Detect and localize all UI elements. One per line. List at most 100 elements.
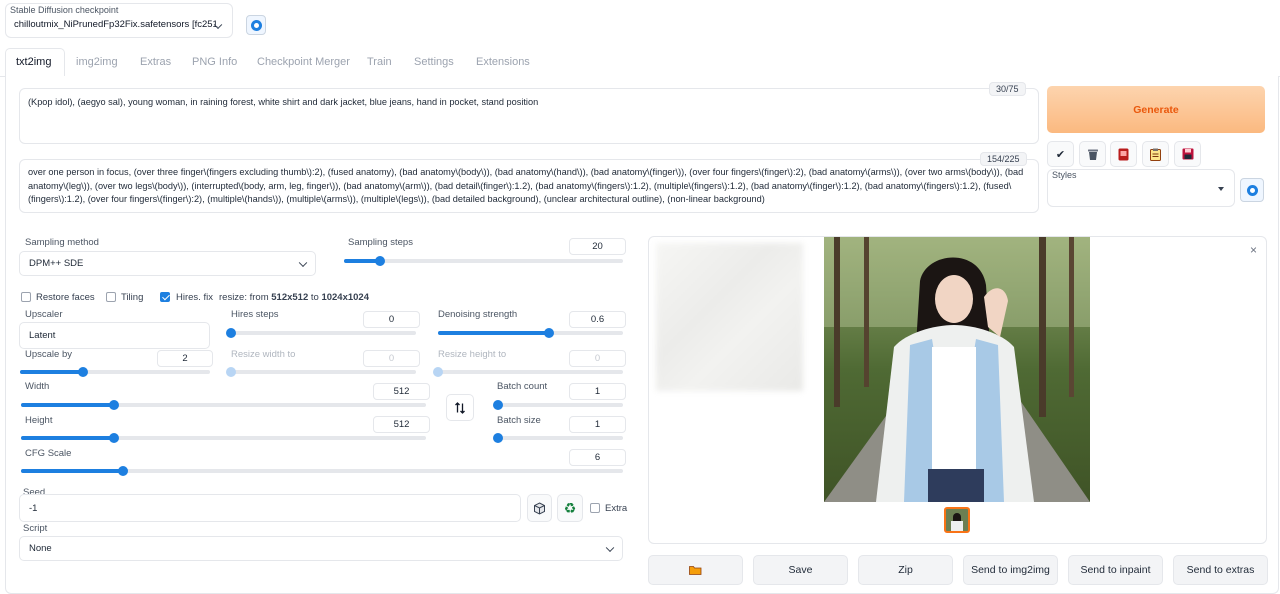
batch-size-label: Batch size bbox=[497, 415, 541, 426]
prompt-text: (Kpop idol), (aegyo sal), young woman, i… bbox=[28, 97, 539, 107]
tab-extensions[interactable]: Extensions bbox=[476, 56, 530, 68]
resize-height-slider[interactable] bbox=[433, 367, 623, 377]
styles-select[interactable] bbox=[1050, 180, 1232, 200]
width-slider[interactable] bbox=[21, 400, 426, 410]
negative-prompt-text: over one person in focus, (over three fi… bbox=[28, 167, 1024, 205]
clipboard-icon[interactable] bbox=[1142, 141, 1169, 167]
extra-seed-label: Extra bbox=[605, 503, 628, 514]
tab-settings[interactable]: Settings bbox=[414, 56, 454, 68]
sampling-method-label: Sampling method bbox=[25, 237, 99, 248]
reuse-seed-button[interactable]: ♻ bbox=[557, 494, 583, 522]
open-folder-button[interactable] bbox=[648, 555, 743, 585]
upscale-by-input[interactable]: 2 bbox=[157, 350, 213, 367]
script-label: Script bbox=[23, 523, 48, 534]
upscaler-select[interactable]: Latent bbox=[19, 322, 210, 349]
resize-width-slider[interactable] bbox=[226, 367, 416, 377]
restore-faces-checkbox[interactable] bbox=[21, 292, 31, 302]
refresh-styles-button[interactable] bbox=[1240, 178, 1264, 202]
send-to-extras-button[interactable]: Send to extras bbox=[1173, 555, 1268, 585]
cfg-scale-label: CFG Scale bbox=[25, 448, 72, 459]
batch-count-label: Batch count bbox=[497, 381, 548, 392]
hires-fix-label: Hires. fix bbox=[176, 292, 213, 303]
chevron-down-icon bbox=[298, 258, 308, 267]
tab-train[interactable]: Train bbox=[367, 56, 392, 68]
resize-height-label: Resize height to bbox=[438, 349, 507, 360]
seed-value: -1 bbox=[29, 502, 38, 514]
tab-png-info[interactable]: PNG Info bbox=[192, 56, 237, 68]
gallery-thumbnail[interactable] bbox=[944, 507, 970, 533]
restore-faces-label: Restore faces bbox=[36, 292, 95, 303]
sampling-method-select[interactable]: DPM++ SDE bbox=[19, 251, 316, 276]
upscaler-label: Upscaler bbox=[25, 309, 63, 320]
tab-txt2img[interactable]: txt2img bbox=[16, 56, 51, 68]
seed-input[interactable]: -1 bbox=[19, 494, 521, 522]
resize-width-label: Resize width to bbox=[231, 349, 296, 360]
script-select[interactable]: None bbox=[19, 536, 623, 561]
hires-steps-slider[interactable] bbox=[226, 328, 416, 338]
width-label: Width bbox=[25, 381, 50, 392]
height-slider[interactable] bbox=[21, 433, 426, 443]
extra-seed-checkbox[interactable] bbox=[590, 503, 600, 513]
random-seed-button[interactable] bbox=[527, 494, 552, 522]
refresh-checkpoint-button[interactable] bbox=[246, 15, 266, 35]
refresh-icon bbox=[250, 19, 262, 31]
tiling-label: Tiling bbox=[121, 292, 144, 303]
blurred-preview-image bbox=[656, 243, 803, 391]
batch-size-slider[interactable] bbox=[493, 433, 623, 443]
pencil-icon[interactable]: ✔ bbox=[1047, 141, 1074, 167]
resize-width-input[interactable]: 0 bbox=[363, 350, 420, 367]
swap-arrows-icon bbox=[455, 401, 465, 414]
cfg-scale-input[interactable]: 6 bbox=[569, 449, 626, 466]
trash-icon[interactable] bbox=[1079, 141, 1106, 167]
styles-label: Styles bbox=[1052, 170, 1077, 180]
close-icon[interactable]: × bbox=[1250, 243, 1257, 257]
denoising-strength-label: Denoising strength bbox=[438, 309, 518, 320]
hires-steps-label: Hires steps bbox=[231, 309, 279, 320]
batch-count-input[interactable]: 1 bbox=[569, 383, 626, 400]
hires-fix-checkbox[interactable] bbox=[160, 292, 170, 302]
tiling-checkbox[interactable] bbox=[106, 292, 116, 302]
checkpoint-value: chilloutmix_NiPrunedFp32Fix.safetensors … bbox=[14, 19, 218, 30]
hires-resize-info: resize: from 512x512 to 1024x1024 bbox=[219, 292, 370, 303]
height-label: Height bbox=[25, 415, 53, 426]
save-button[interactable]: Save bbox=[753, 555, 848, 585]
negative-prompt-token-counter: 154/225 bbox=[980, 152, 1027, 166]
tab-extras[interactable]: Extras bbox=[140, 56, 171, 68]
folder-icon bbox=[689, 566, 702, 575]
upscaler-value: Latent bbox=[29, 330, 56, 341]
checkpoint-select[interactable]: chilloutmix_NiPrunedFp32Fix.safetensors … bbox=[11, 18, 229, 34]
generate-button[interactable]: Generate bbox=[1047, 86, 1265, 133]
dice-icon bbox=[534, 501, 545, 515]
send-to-inpaint-button[interactable]: Send to inpaint bbox=[1068, 555, 1163, 585]
red-card-icon[interactable] bbox=[1110, 141, 1137, 167]
recycle-icon: ♻ bbox=[563, 499, 577, 516]
refresh-icon bbox=[1246, 184, 1258, 196]
floppy-disk-icon[interactable] bbox=[1174, 141, 1201, 167]
denoising-strength-input[interactable]: 0.6 bbox=[569, 311, 626, 328]
prompt-token-counter: 30/75 bbox=[989, 82, 1026, 96]
batch-count-slider[interactable] bbox=[493, 400, 623, 410]
tab-checkpoint-merger[interactable]: Checkpoint Merger bbox=[257, 56, 350, 68]
script-value: None bbox=[29, 543, 52, 554]
cfg-scale-slider[interactable] bbox=[21, 466, 623, 476]
resize-height-input[interactable]: 0 bbox=[569, 350, 626, 367]
send-to-img2img-button[interactable]: Send to img2img bbox=[963, 555, 1058, 585]
denoising-strength-slider[interactable] bbox=[438, 328, 623, 338]
checkpoint-label: Stable Diffusion checkpoint bbox=[10, 5, 119, 15]
tab-img2img[interactable]: img2img bbox=[76, 56, 118, 68]
generated-image[interactable] bbox=[824, 237, 1090, 502]
sampling-steps-slider[interactable] bbox=[344, 256, 623, 266]
zip-button[interactable]: Zip bbox=[858, 555, 953, 585]
width-input[interactable]: 512 bbox=[373, 383, 430, 400]
sampling-method-value: DPM++ SDE bbox=[29, 258, 84, 269]
chevron-down-icon bbox=[605, 543, 615, 552]
height-input[interactable]: 512 bbox=[373, 416, 430, 433]
sampling-steps-input[interactable]: 20 bbox=[569, 238, 626, 255]
swap-dimensions-button[interactable] bbox=[446, 394, 474, 421]
upscale-by-slider[interactable] bbox=[20, 367, 210, 377]
upscale-by-label: Upscale by bbox=[25, 349, 72, 360]
batch-size-input[interactable]: 1 bbox=[569, 416, 626, 433]
sampling-steps-label: Sampling steps bbox=[348, 237, 413, 248]
dropdown-arrow-icon bbox=[1218, 187, 1224, 191]
hires-steps-input[interactable]: 0 bbox=[363, 311, 420, 328]
